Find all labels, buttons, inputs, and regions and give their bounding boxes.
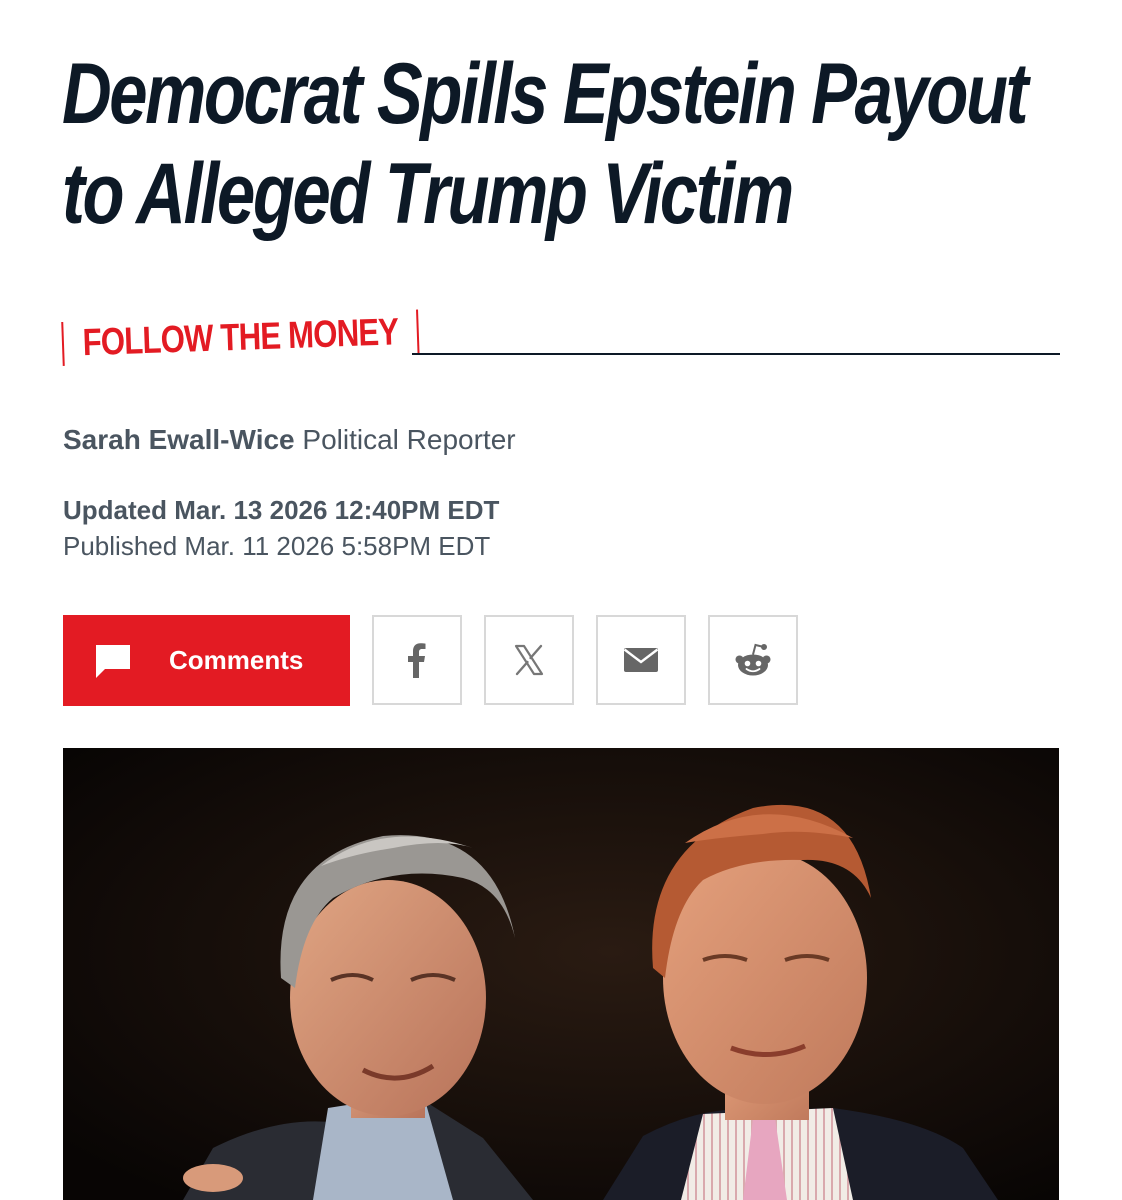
share-reddit-button[interactable]	[708, 615, 798, 705]
share-toolbar: Comments	[63, 615, 798, 706]
byline: Sarah Ewall-Wice Political Reporter	[63, 424, 516, 456]
article-dates: Updated Mar. 13 2026 12:40PM EDT Publish…	[63, 492, 499, 564]
facebook-icon	[408, 643, 426, 678]
comment-bubble-icon	[96, 644, 130, 678]
published-date: Published Mar. 11 2026 5:58PM EDT	[63, 531, 491, 561]
share-x-button[interactable]	[484, 615, 574, 705]
kicker-row: FOLLOW THE MONEY	[61, 309, 1060, 386]
kicker-right-bar	[416, 309, 420, 354]
headline-line-1: Democrat Spills Epstein Payout	[62, 46, 1029, 142]
photo-illustration	[63, 748, 1059, 1200]
headline-line-2: to Alleged Trump Victim	[62, 146, 794, 242]
kicker-divider-line	[412, 353, 1060, 355]
comments-button[interactable]: Comments	[63, 615, 350, 706]
kicker-label: FOLLOW THE MONEY	[81, 310, 399, 364]
email-icon	[623, 648, 659, 672]
reddit-icon	[735, 643, 771, 676]
kicker-left-bar	[61, 321, 65, 366]
article-photo[interactable]	[63, 748, 1059, 1200]
kicker-tag[interactable]: FOLLOW THE MONEY	[61, 309, 420, 366]
updated-date: Updated Mar. 13 2026 12:40PM EDT	[63, 495, 500, 525]
author-role: Political Reporter	[302, 424, 516, 455]
author-name[interactable]: Sarah Ewall-Wice	[63, 424, 295, 455]
x-icon	[514, 644, 544, 676]
comments-label: Comments	[169, 645, 304, 675]
share-email-button[interactable]	[596, 615, 686, 705]
share-facebook-button[interactable]	[372, 615, 462, 705]
article-headline: Democrat Spills Epstein Payout to Allege…	[62, 44, 1029, 244]
